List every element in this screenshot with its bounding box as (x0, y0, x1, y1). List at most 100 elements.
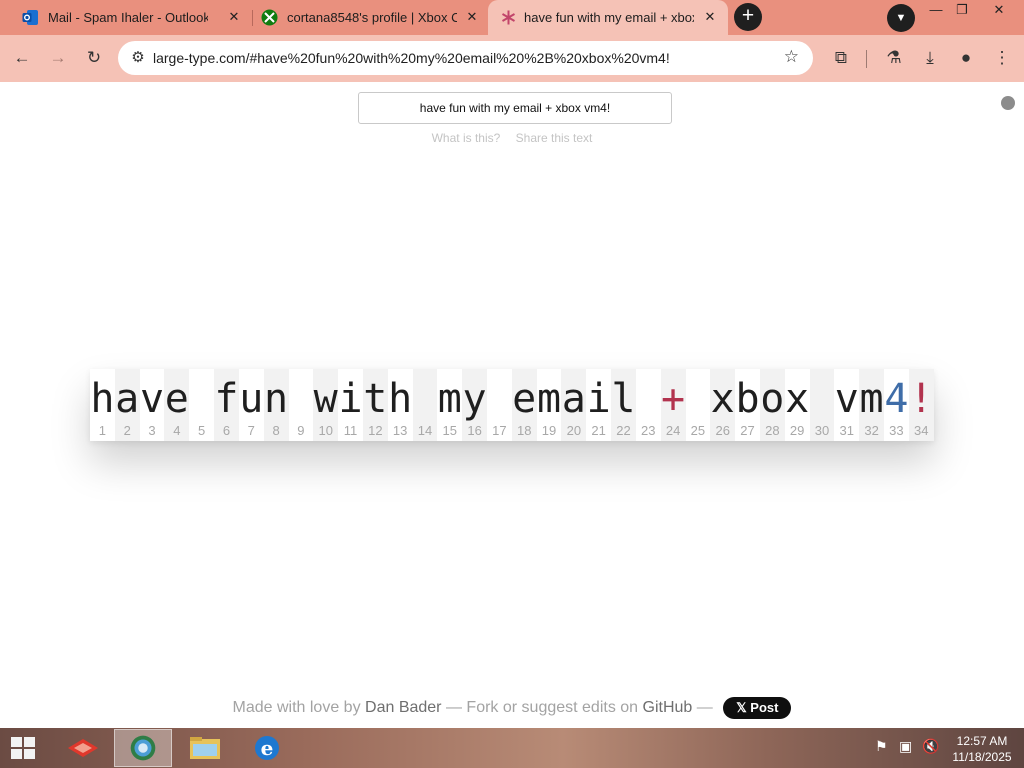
new-tab-button[interactable]: + (734, 3, 762, 31)
character-glyph: e (164, 376, 189, 422)
network-icon[interactable]: ▣ (899, 738, 912, 755)
taskbar-app-chrome[interactable] (114, 729, 172, 767)
character-glyph: m (437, 376, 462, 422)
character-glyph: v (834, 376, 859, 422)
what-is-this-link[interactable]: What is this? (432, 131, 501, 145)
character-index: 10 (318, 423, 333, 438)
character-cell: u7 (239, 369, 264, 441)
character-cell: 14 (412, 369, 438, 441)
character-cell: e 18 (511, 369, 537, 441)
character-index: 32 (864, 423, 879, 438)
windows-logo-icon (24, 749, 35, 759)
address-bar[interactable]: ⚙ large-type.com/#have%20fun%20with%20my… (118, 41, 813, 75)
download-icon[interactable]: ⤓ (919, 47, 941, 69)
character-index: 2 (123, 423, 131, 438)
windows-logo-icon (11, 737, 22, 747)
extensions-icon[interactable]: ⧉ (830, 47, 852, 69)
character-glyph: ! (909, 376, 934, 422)
character-glyph: h (90, 376, 115, 422)
taskbar-app-ie[interactable]: e (238, 729, 296, 767)
back-icon[interactable]: ← (11, 47, 33, 69)
character-cell: i 11 (338, 369, 363, 441)
character-index: 7 (247, 423, 255, 438)
chrome-app-icon (130, 735, 156, 761)
taskbar-app-explorer[interactable] (176, 729, 234, 767)
x-post-button[interactable]: 𝕏 Post (723, 697, 792, 719)
character-index: 18 (516, 423, 532, 438)
character-index: 17 (492, 423, 507, 438)
reload-icon[interactable]: ↻ (83, 47, 105, 69)
office-app-icon (68, 739, 98, 757)
system-clock[interactable]: 12:57 AM 11/18/2025 (947, 733, 1017, 765)
start-button[interactable] (0, 728, 48, 768)
large-type-asterisk-icon (501, 10, 516, 25)
character-glyph: n (264, 376, 289, 422)
bookmark-star-icon[interactable]: ☆ (784, 47, 799, 67)
character-glyph: x (785, 376, 810, 422)
footer: Made with love by Dan Bader — Fork or su… (0, 697, 1024, 719)
character-cell: h 13 (388, 369, 413, 441)
restore-button[interactable]: ❐ (945, 0, 979, 22)
character-cell: m 32 (859, 369, 884, 441)
character-glyph: a (115, 376, 140, 422)
large-type-input[interactable] (358, 92, 672, 124)
character-index: 14 (417, 423, 433, 438)
character-glyph (487, 371, 512, 427)
tab-outlook[interactable]: Mail - Spam Ihaler - Outlook ✕ (0, 0, 252, 35)
status-dot (1001, 96, 1015, 110)
character-glyph: m (859, 376, 884, 422)
windows-logo-icon (24, 737, 35, 747)
character-index: 23 (641, 423, 656, 438)
xbox-icon (261, 9, 278, 26)
url-text: large-type.com/#have%20fun%20with%20my%2… (153, 50, 670, 66)
character-cell: 5 (189, 369, 214, 441)
tab-large-type[interactable]: have fun with my email + xbox v ✕ (488, 0, 728, 35)
character-cell: 17 (487, 369, 512, 441)
character-glyph: + (661, 376, 686, 422)
character-glyph (810, 371, 835, 427)
close-icon[interactable]: ✕ (701, 8, 719, 26)
site-info-icon[interactable]: ⚙ (129, 48, 147, 68)
profile-icon[interactable]: ● (955, 47, 977, 69)
character-index: 26 (715, 423, 730, 438)
character-cell: v 31 (834, 369, 859, 441)
close-icon[interactable]: ✕ (463, 8, 481, 26)
character-index: 34 (913, 423, 929, 438)
character-cell: h1 (90, 369, 115, 441)
forward-icon[interactable]: → (47, 47, 69, 69)
character-index: 28 (765, 423, 780, 438)
character-cell: f6 (214, 369, 239, 441)
action-center-flag-icon[interactable]: ⚑ (875, 738, 888, 755)
volume-muted-icon[interactable]: 🔇 (922, 738, 939, 755)
character-glyph: a (561, 376, 586, 422)
character-glyph: f (214, 376, 239, 422)
tab-xbox[interactable]: cortana8548's profile | Xbox Clo ✕ (239, 0, 491, 35)
footer-made-with: Made with love by (232, 699, 361, 717)
taskbar-app-office[interactable] (54, 729, 112, 767)
character-glyph: o (760, 376, 785, 422)
tab-title: Mail - Spam Ihaler - Outlook (48, 10, 208, 25)
tab-title: cortana8548's profile | Xbox Clo (287, 10, 457, 25)
labs-flask-icon[interactable]: ⚗ (883, 47, 905, 69)
character-cell: 9 (289, 369, 314, 441)
character-index: 5 (198, 423, 206, 438)
footer-fork-text: Fork or suggest edits on (466, 699, 639, 717)
character-glyph (289, 371, 314, 427)
github-link[interactable]: GitHub (643, 699, 693, 716)
character-glyph: e (512, 376, 537, 422)
windows-taskbar: e ⚑ ▣ 🔇 12:57 AM 11/18/2025 (0, 728, 1024, 768)
file-explorer-icon (190, 737, 220, 759)
close-window-button[interactable]: ✕ (982, 0, 1016, 22)
character-cell: ! 34 (908, 369, 934, 441)
character-cell: e4 (164, 369, 190, 441)
character-cell: y 16 (462, 369, 487, 441)
character-cell: +24 (660, 369, 686, 441)
character-glyph: 4 (884, 376, 909, 422)
outlook-icon (22, 10, 38, 25)
menu-icon[interactable]: ⋮ (991, 47, 1013, 69)
author-link[interactable]: Dan Bader (365, 699, 442, 716)
character-index: 25 (690, 423, 706, 438)
share-text-link[interactable]: Share this text (516, 131, 593, 145)
toolbar-divider (866, 50, 867, 68)
tab-search-button[interactable]: ▼ (887, 4, 915, 32)
